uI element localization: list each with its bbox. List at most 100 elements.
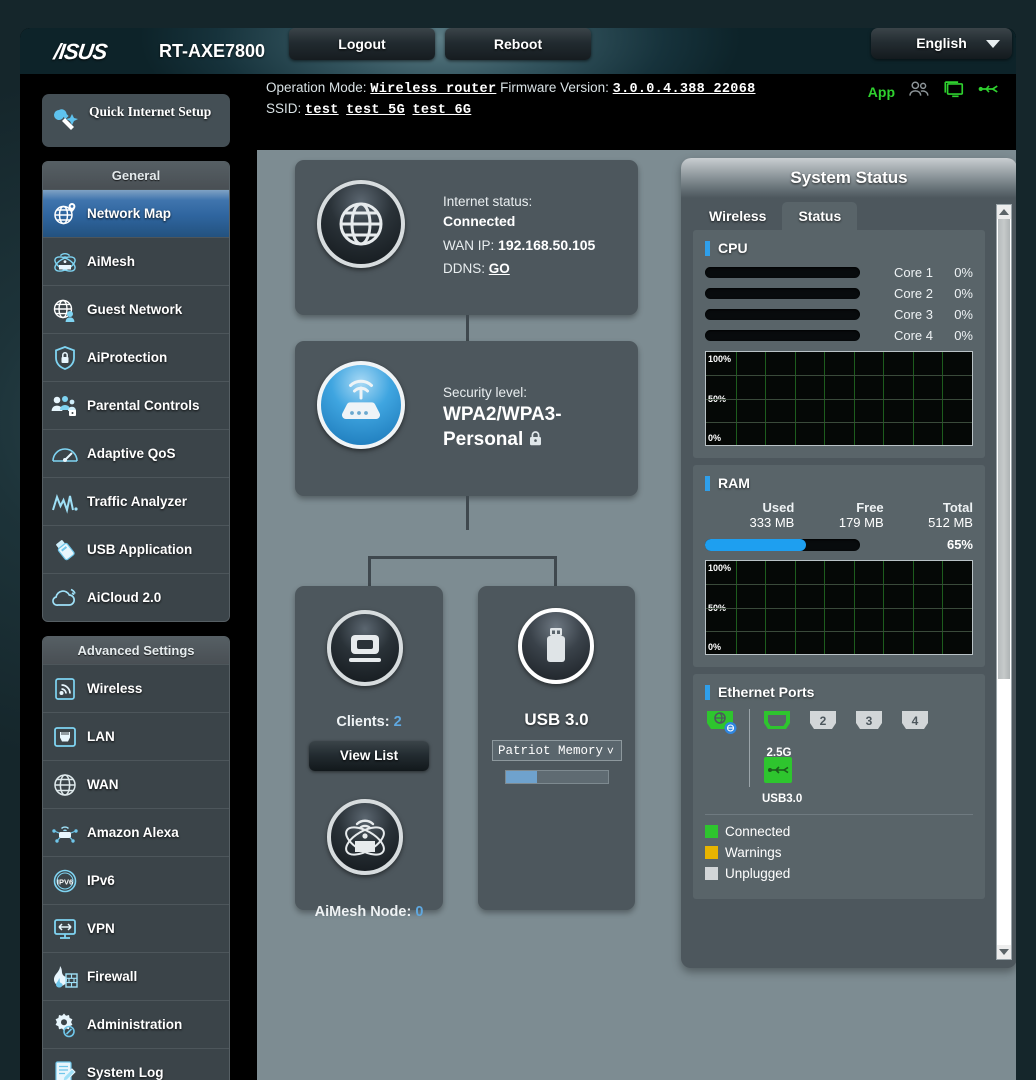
sidebar-item-network-map[interactable]: Network Map — [43, 189, 229, 237]
ddns-go-link[interactable]: GO — [489, 261, 510, 276]
ethernet-legend: Connected Warnings Unplugged — [705, 814, 973, 881]
ssid-24g-link[interactable]: test — [305, 103, 339, 118]
ram-usage-graph: 100% 50% 0% — [705, 560, 973, 655]
aimesh-icon — [43, 249, 87, 275]
cpu-usage-graph: 100% 50% 0% — [705, 351, 973, 446]
connector-line-1 — [466, 315, 469, 341]
sidebar-item-adaptive-qos[interactable]: Adaptive QoS — [43, 429, 229, 477]
sidebar-item-usb-application[interactable]: USB Application — [43, 525, 229, 573]
usb-usage-bar — [505, 770, 609, 784]
usb3-port[interactable]: USB3.0 — [762, 755, 802, 805]
ssid-line: SSID: test test_5G test_6G — [266, 101, 471, 118]
cpu-title: CPU — [705, 240, 973, 256]
ram-usage-percent: 65% — [946, 537, 973, 552]
sidebar-item-label: LAN — [87, 729, 115, 744]
internet-status-card[interactable]: Internet status: Connected WAN IP: 192.1… — [295, 160, 638, 315]
parental-controls-icon — [43, 393, 87, 419]
cpu-core-row: Core 3 0% — [705, 307, 973, 322]
security-level-card[interactable]: Security level: WPA2/WPA3-Personal — [295, 341, 638, 496]
cpu-section: CPU Core 1 0% Core 2 0% Core 3 0% Core 4 0% 100… — [693, 230, 985, 458]
ram-free-value: 179 MB — [838, 515, 884, 530]
sidebar-item-guest-network[interactable]: Guest Network — [43, 285, 229, 333]
ethernet-port[interactable]: 2.5G — [762, 709, 796, 759]
ram-graph-bottom-label: 0% — [708, 642, 722, 652]
quick-internet-setup-button[interactable]: Quick Internet Setup — [42, 94, 230, 147]
internet-globe-icon — [317, 180, 405, 268]
ports-divider — [749, 709, 750, 787]
sidebar-item-amazon-alexa[interactable]: Amazon Alexa — [43, 808, 229, 856]
sidebar-item-aimesh[interactable]: AiMesh — [43, 237, 229, 285]
monitor-icon[interactable] — [943, 80, 965, 103]
sidebar-item-label: AiProtection — [87, 350, 168, 365]
sidebar-item-vpn[interactable]: VPN — [43, 904, 229, 952]
operation-mode-value[interactable]: Wireless router — [370, 82, 496, 97]
cpu-core-row: Core 1 0% — [705, 265, 973, 280]
aiprotection-icon — [43, 345, 87, 371]
language-selector[interactable]: English — [871, 28, 1012, 59]
view-list-button[interactable]: View List — [309, 741, 429, 771]
sidebar-item-firewall[interactable]: Firewall — [43, 952, 229, 1000]
logout-button[interactable]: Logout — [289, 28, 435, 60]
ethernet-port[interactable]: 2 — [808, 709, 842, 759]
quick-setup-icon — [52, 106, 82, 139]
sidebar-item-wireless[interactable]: Wireless — [43, 664, 229, 712]
ethernet-port[interactable]: 3 — [854, 709, 888, 759]
sidebar-item-traffic-analyzer[interactable]: Traffic Analyzer — [43, 477, 229, 525]
sidebar-item-system-log[interactable]: System Log — [43, 1048, 229, 1080]
sidebar-item-wan[interactable]: WAN — [43, 760, 229, 808]
traffic-analyzer-icon — [43, 490, 87, 514]
tab-wireless[interactable]: Wireless — [693, 202, 782, 230]
router-admin-window: /ISUS RT-AXE7800 Logout Reboot English O… — [20, 28, 1016, 1080]
system-status-scrollbar[interactable] — [996, 204, 1012, 960]
cpu-core-bar — [705, 267, 860, 278]
tab-status[interactable]: Status — [782, 202, 858, 230]
sidebar-item-label: Amazon Alexa — [87, 825, 179, 840]
sidebar-item-administration[interactable]: Administration — [43, 1000, 229, 1048]
legend-row: Connected — [705, 824, 973, 839]
ssid-5g-link[interactable]: test_5G — [346, 103, 405, 118]
connector-branch-right — [554, 556, 557, 586]
cpu-graph-top-label: 100% — [708, 354, 732, 364]
system-status-panel: System Status Wireless Status CPU Core 1… — [681, 158, 1016, 968]
sidebar-item-aicloud[interactable]: AiCloud 2.0 — [43, 573, 229, 621]
wan-ip-label: WAN IP: — [443, 238, 495, 253]
wireless-icon — [43, 676, 87, 702]
connector-line-2 — [466, 496, 469, 530]
ram-stat-headers: Used 333 MB Free 179 MB Total 512 MB — [705, 500, 973, 530]
cpu-core-percent: 0% — [954, 307, 973, 322]
clients-card[interactable]: Clients: 2 View List AiMesh Node: 0 — [295, 586, 443, 920]
vpn-icon — [43, 917, 87, 941]
svg-text:4: 4 — [912, 714, 919, 728]
sidebar-item-aiprotection[interactable]: AiProtection — [43, 333, 229, 381]
sidebar-item-parental-controls[interactable]: Parental Controls — [43, 381, 229, 429]
cpu-core-name: Core 2 — [893, 286, 933, 301]
lan-ports-list: 2.5G 2 3 4 — [762, 709, 946, 759]
sidebar-item-label: AiCloud 2.0 — [87, 590, 162, 605]
firmware-value[interactable]: 3.0.0.4.388_22068 — [613, 82, 756, 97]
wan-port-icon[interactable] — [705, 709, 739, 739]
sidebar-item-lan[interactable]: LAN — [43, 712, 229, 760]
ram-graph-top-label: 100% — [708, 563, 732, 573]
ssid-6g-link[interactable]: test_6G — [412, 103, 471, 118]
scroll-up-button[interactable] — [997, 205, 1011, 219]
cpu-core-bar — [705, 309, 860, 320]
scrollbar-thumb[interactable] — [998, 219, 1010, 679]
usb-device-card[interactable]: USB 3.0 Patriot Memory ˅ — [478, 586, 635, 910]
sidebar-item-ipv6[interactable]: IPV6 IPv6 — [43, 856, 229, 904]
app-label[interactable]: App — [868, 84, 895, 100]
users-icon[interactable] — [908, 80, 930, 103]
sidebar-item-label: Administration — [87, 1017, 183, 1032]
wan-ip-row: WAN IP: 192.168.50.105 — [443, 236, 628, 255]
lock-icon[interactable] — [529, 428, 542, 453]
network-map: Internet status: Connected WAN IP: 192.1… — [295, 160, 655, 530]
usb-device-selected-value: Patriot Memory — [498, 744, 604, 758]
router-model-title: RT-AXE7800 — [159, 41, 266, 61]
scroll-down-button[interactable] — [997, 945, 1011, 959]
reboot-button[interactable]: Reboot — [445, 28, 591, 60]
aimesh-node-label: AiMesh Node: — [314, 904, 412, 920]
usb-device-select[interactable]: Patriot Memory ˅ — [492, 740, 622, 761]
graph-gridline — [706, 375, 972, 377]
usb-icon[interactable] — [978, 80, 1000, 103]
ethernet-port[interactable]: 4 — [900, 709, 934, 759]
legend-label: Unplugged — [725, 866, 791, 881]
